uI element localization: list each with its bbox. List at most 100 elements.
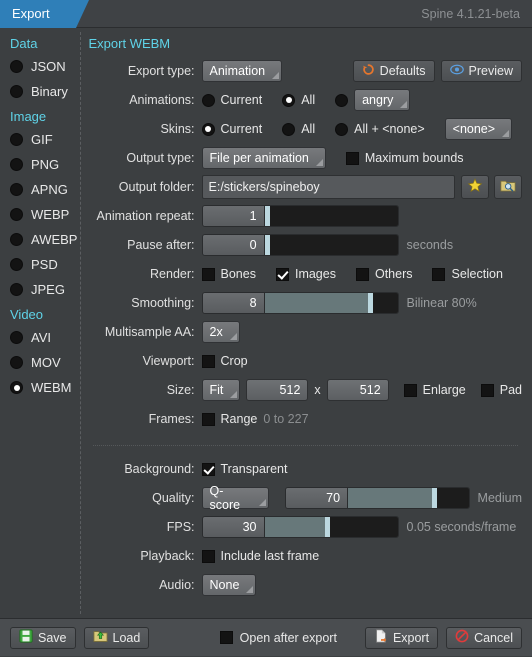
load-button[interactable]: Load bbox=[83, 626, 150, 649]
fps-value[interactable]: 30 bbox=[202, 517, 265, 537]
preview-button[interactable]: Preview bbox=[440, 60, 522, 82]
radio-animations-all[interactable] bbox=[282, 93, 296, 107]
sidebar-item-json[interactable]: JSON bbox=[10, 54, 81, 79]
animation-repeat-slider[interactable]: 1 bbox=[201, 205, 399, 227]
checkbox-background-transparent[interactable] bbox=[201, 462, 215, 476]
export-type-label: Export type: bbox=[127, 64, 195, 78]
slider-knob[interactable] bbox=[264, 206, 270, 226]
radio-psd[interactable] bbox=[10, 258, 23, 271]
sidebar-item-png[interactable]: PNG bbox=[10, 152, 81, 177]
slider-knob[interactable] bbox=[367, 293, 373, 313]
smoothing-track[interactable] bbox=[264, 293, 398, 313]
radio-webp[interactable] bbox=[10, 208, 23, 221]
export-type-dropdown[interactable]: Animation bbox=[201, 60, 283, 82]
radio-avi[interactable] bbox=[10, 331, 23, 344]
smoothing-slider[interactable]: 8 bbox=[201, 292, 399, 314]
fps-slider[interactable]: 30 bbox=[201, 516, 399, 538]
tab-export[interactable]: Export bbox=[0, 0, 89, 28]
pause-after-slider[interactable]: 0 bbox=[201, 234, 399, 256]
sidebar-item-psd[interactable]: PSD bbox=[10, 252, 81, 277]
save-button-label: Save bbox=[38, 630, 67, 645]
row-skins: Skins: Current All All + <none> <none> bbox=[89, 116, 522, 142]
quality-mode-dropdown[interactable]: Q-score bbox=[201, 484, 270, 512]
pause-after-value[interactable]: 0 bbox=[202, 235, 265, 255]
row-size: Size: Fit 512 x 512 Enlarge Pad bbox=[89, 377, 522, 403]
radio-jpeg[interactable] bbox=[10, 283, 23, 296]
quality-value[interactable]: 70 bbox=[286, 488, 349, 508]
checkbox-size-pad[interactable] bbox=[480, 383, 494, 397]
sidebar-item-label: PSD bbox=[31, 257, 58, 272]
output-folder-input[interactable]: E:/stickers/spineboy bbox=[201, 175, 455, 199]
checkbox-viewport-crop[interactable] bbox=[201, 354, 215, 368]
cancel-button[interactable]: Cancel bbox=[446, 626, 522, 649]
checkbox-render-selection[interactable] bbox=[432, 267, 446, 281]
animations-all-label: All bbox=[301, 93, 316, 107]
row-render: Render: Bones Images Others Selection bbox=[89, 261, 522, 287]
checkbox-render-images[interactable] bbox=[275, 267, 289, 281]
export-button[interactable]: Export bbox=[364, 626, 439, 649]
row-output-folder: Output folder: E:/stickers/spineboy bbox=[89, 174, 522, 200]
sidebar-item-jpeg[interactable]: JPEG bbox=[10, 277, 81, 302]
checkbox-include-last-frame[interactable] bbox=[201, 549, 215, 563]
save-button[interactable]: Save bbox=[10, 626, 76, 649]
radio-apng[interactable] bbox=[10, 183, 23, 196]
checkbox-frames-range[interactable] bbox=[201, 412, 215, 426]
radio-animations-specific[interactable] bbox=[335, 93, 349, 107]
checkbox-maximum-bounds[interactable] bbox=[345, 151, 359, 165]
pause-after-track[interactable] bbox=[264, 235, 398, 255]
defaults-button[interactable]: Defaults bbox=[352, 60, 435, 82]
audio-dropdown[interactable]: None bbox=[201, 574, 257, 596]
sidebar-item-webm[interactable]: WEBM bbox=[10, 375, 81, 400]
pause-after-label: Pause after: bbox=[127, 238, 195, 252]
size-mode-dropdown[interactable]: Fit bbox=[201, 379, 241, 401]
radio-gif[interactable] bbox=[10, 133, 23, 146]
radio-skins-current[interactable] bbox=[201, 122, 215, 136]
radio-animations-current[interactable] bbox=[201, 93, 215, 107]
smoothing-value[interactable]: 8 bbox=[202, 293, 265, 313]
sidebar-item-awebp[interactable]: AWEBP bbox=[10, 227, 81, 252]
sidebar-item-mov[interactable]: MOV bbox=[10, 350, 81, 375]
slider-knob[interactable] bbox=[325, 517, 331, 537]
skin-select-dropdown[interactable]: <none> bbox=[444, 118, 513, 140]
size-height-input[interactable]: 512 bbox=[326, 379, 389, 401]
checkbox-open-after-export[interactable] bbox=[219, 631, 233, 644]
radio-binary[interactable] bbox=[10, 85, 23, 98]
animation-select-dropdown[interactable]: angry bbox=[354, 89, 411, 111]
app-title: Spine 4.1.21-beta bbox=[421, 6, 520, 21]
size-width-input[interactable]: 512 bbox=[246, 379, 309, 401]
open-after-export-group[interactable]: Open after export bbox=[219, 631, 337, 645]
sidebar-item-gif[interactable]: GIF bbox=[10, 127, 81, 152]
row-animation-repeat: Animation repeat: 1 bbox=[89, 203, 522, 229]
checkbox-render-bones[interactable] bbox=[201, 267, 215, 281]
radio-awebp[interactable] bbox=[10, 233, 23, 246]
radio-json[interactable] bbox=[10, 60, 23, 73]
slider-knob[interactable] bbox=[264, 235, 270, 255]
sidebar-item-apng[interactable]: APNG bbox=[10, 177, 81, 202]
checkbox-render-others[interactable] bbox=[355, 267, 369, 281]
animation-repeat-track[interactable] bbox=[264, 206, 398, 226]
browse-folder-button[interactable] bbox=[494, 175, 522, 199]
radio-skins-all-none[interactable] bbox=[335, 122, 349, 136]
slider-knob[interactable] bbox=[431, 488, 437, 508]
animation-repeat-value[interactable]: 1 bbox=[202, 206, 265, 226]
quality-slider[interactable]: 70 bbox=[285, 487, 470, 509]
playback-label: Playback: bbox=[140, 549, 195, 563]
radio-skins-all[interactable] bbox=[282, 122, 296, 136]
smoothing-label: Smoothing: bbox=[131, 296, 195, 310]
fps-track[interactable] bbox=[264, 517, 398, 537]
sidebar-item-webp[interactable]: WEBP bbox=[10, 202, 81, 227]
multisample-aa-dropdown[interactable]: 2x bbox=[201, 321, 240, 343]
frames-range-value: 0 to 227 bbox=[263, 412, 309, 426]
sidebar-item-avi[interactable]: AVI bbox=[10, 325, 81, 350]
output-type-dropdown[interactable]: File per animation bbox=[201, 147, 326, 169]
radio-png[interactable] bbox=[10, 158, 23, 171]
sidebar-item-binary[interactable]: Binary bbox=[10, 79, 81, 104]
checkbox-size-enlarge[interactable] bbox=[403, 383, 417, 397]
render-images-label: Images bbox=[294, 267, 336, 281]
radio-webm[interactable] bbox=[10, 381, 23, 394]
quality-track[interactable] bbox=[348, 488, 469, 508]
smoothing-suffix: Bilinear 80% bbox=[406, 296, 477, 310]
radio-mov[interactable] bbox=[10, 356, 23, 369]
row-multisample-aa: Multisample AA: 2x bbox=[89, 319, 522, 345]
favorite-folder-button[interactable] bbox=[461, 175, 489, 199]
